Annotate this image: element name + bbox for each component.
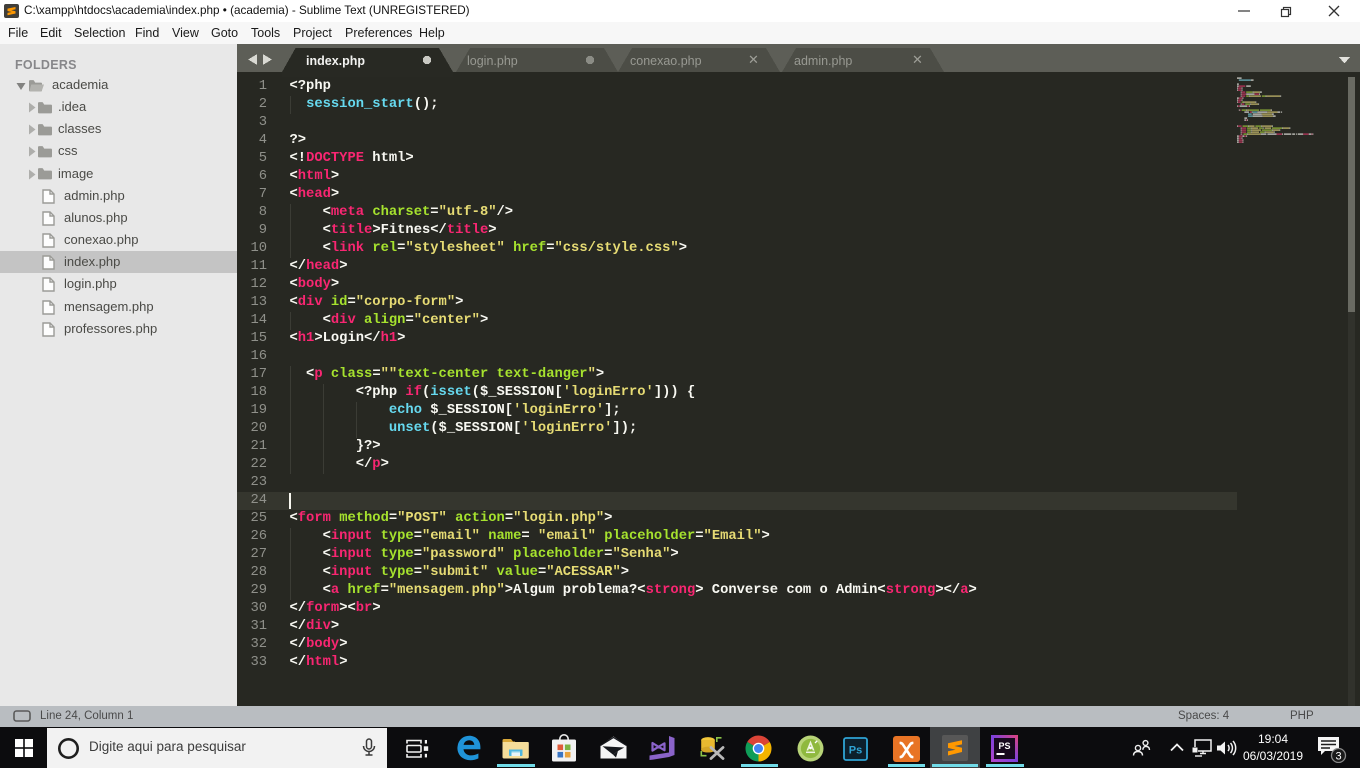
svg-text:3: 3 xyxy=(1335,751,1341,763)
svg-text:Ps: Ps xyxy=(849,745,862,757)
svg-text:PS: PS xyxy=(998,741,1010,751)
